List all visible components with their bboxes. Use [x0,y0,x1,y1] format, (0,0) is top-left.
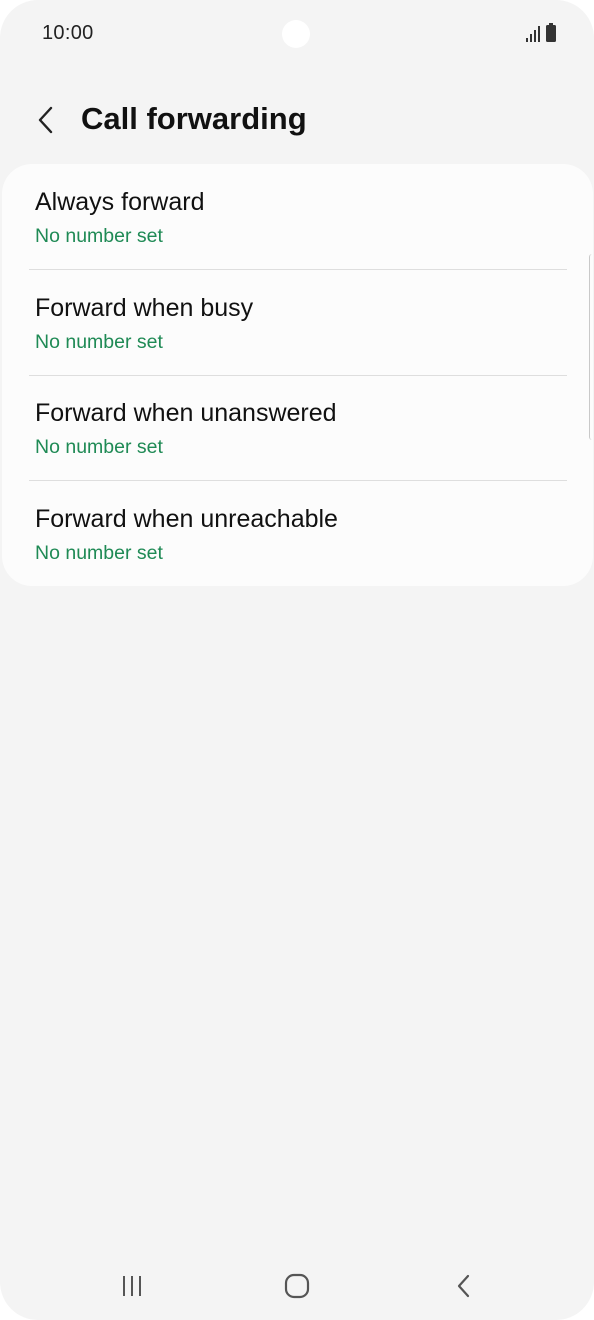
page-title: Call forwarding [81,101,307,136]
battery-icon [546,23,556,42]
status-bar: 10:00 [0,0,594,70]
option-forward-when-unreachable[interactable]: Forward when unreachable No number set [2,481,593,586]
nav-back-button[interactable] [424,1256,504,1316]
option-always-forward[interactable]: Always forward No number set [2,164,593,269]
forwarding-options-card: Always forward No number set Forward whe… [2,164,593,586]
recent-apps-icon [123,1276,141,1296]
navigation-bar [0,1256,594,1316]
back-button[interactable] [28,100,64,140]
option-title: Forward when unanswered [35,399,337,427]
option-title: Always forward [35,188,205,216]
option-subtitle: No number set [35,331,163,353]
status-time: 10:00 [42,22,94,44]
front-camera [282,20,310,48]
option-forward-when-unanswered[interactable]: Forward when unanswered No number set [2,375,593,480]
scrollbar[interactable] [589,254,593,440]
chevron-left-icon [38,106,53,134]
recent-apps-button[interactable] [92,1256,172,1316]
home-icon [284,1273,310,1299]
option-title: Forward when unreachable [35,505,338,533]
home-button[interactable] [257,1256,337,1316]
back-icon [457,1274,470,1298]
option-subtitle: No number set [35,436,163,458]
app-header: Call forwarding [0,92,594,148]
option-subtitle: No number set [35,225,163,247]
option-forward-when-busy[interactable]: Forward when busy No number set [2,270,593,375]
option-title: Forward when busy [35,294,254,322]
signal-icon [526,26,540,42]
option-subtitle: No number set [35,542,163,564]
status-icons [526,23,556,42]
phone-screen: 10:00 Call forwarding Always forward No … [0,0,594,1320]
